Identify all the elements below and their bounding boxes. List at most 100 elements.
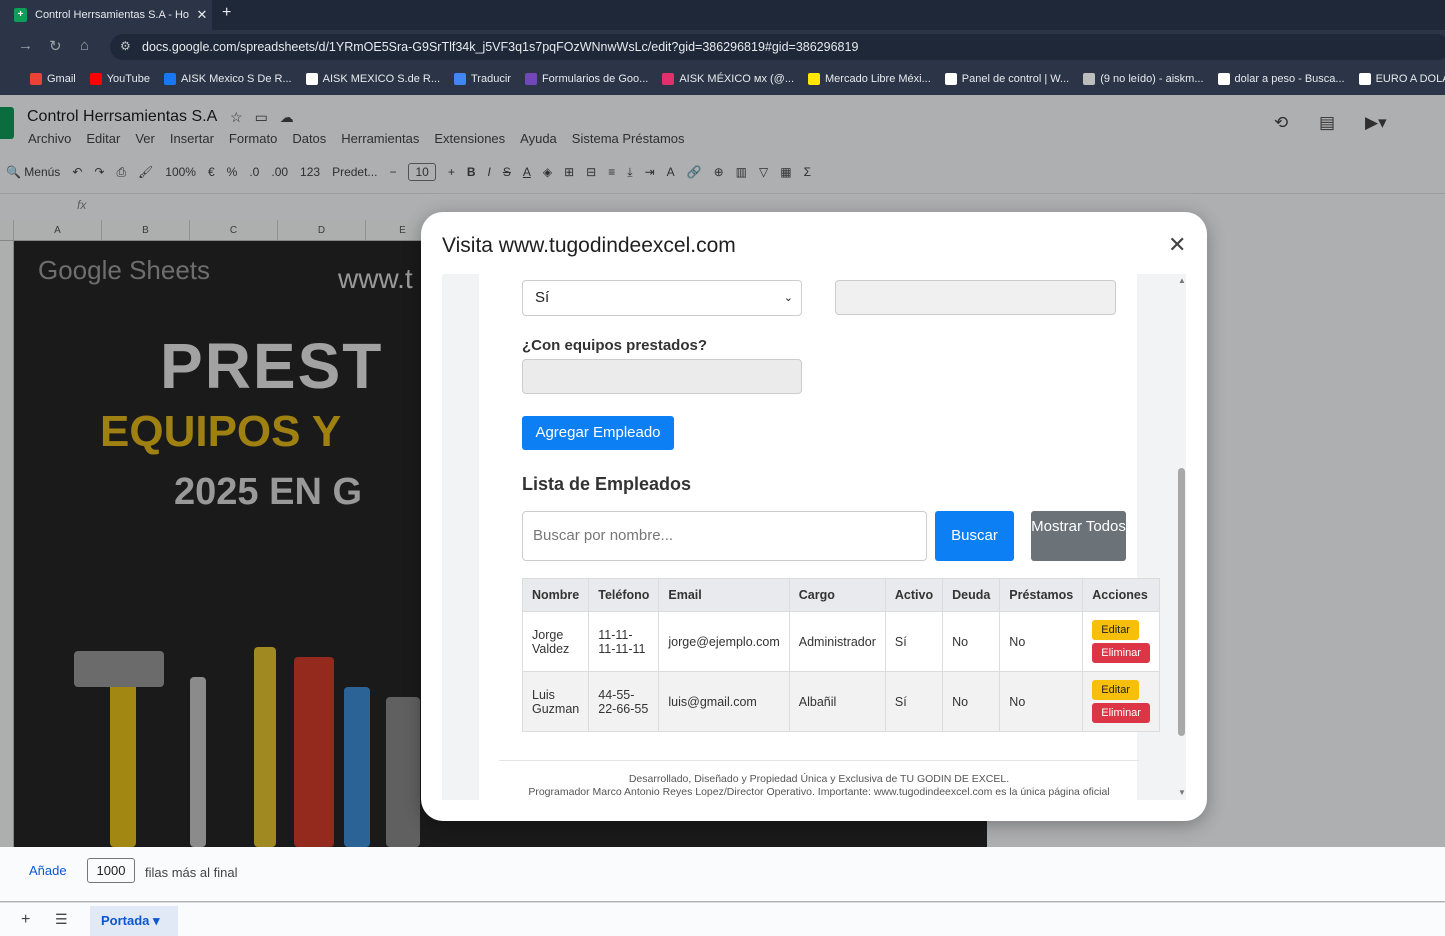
bookmark-label: AISK Mexico S De R... [180,73,292,85]
bookmark-label: Mercado Libre Méxi... [825,73,931,85]
bookmark-favicon-icon [454,73,466,85]
url-field[interactable]: ⚙ docs.google.com/spreadsheets/d/1YRmOE5… [110,34,1445,60]
bookmark-favicon-icon [30,73,42,85]
forward-icon[interactable]: → [18,37,33,54]
cell-telefono: 11-11-11-11-11 [588,611,660,672]
employee-table: Nombre Teléfono Email Cargo Activo Deuda Prést… [521,578,1160,732]
scroll-up-icon[interactable]: ▲ [1178,276,1186,285]
browser-tab[interactable]: + Control Herrsamientas S.A - Ho ✕ [0,0,212,30]
scrollbar-thumb[interactable] [1178,468,1185,736]
cell-cargo: Albañil [788,671,886,732]
all-sheets-icon[interactable]: ☰ [55,911,68,928]
footer-credit: Desarrollado, Diseñado y Propiedad Única… [628,773,1010,785]
add-employee-button[interactable]: Agregar Empleado [522,416,674,450]
table-header: Cargo [788,578,886,612]
bookmark-favicon-icon [1217,73,1230,85]
sheets-favicon-icon: + [14,8,27,22]
dialog-close-icon[interactable]: ✕ [1168,232,1186,258]
cell-activo: Sí [884,611,944,672]
active-select[interactable]: Sí ⌄ [522,280,802,316]
bookmark-item[interactable]: EURO A DOLAR - B... [1358,73,1445,85]
bookmark-favicon-icon [662,73,675,85]
equipos-field[interactable] [522,359,802,394]
show-all-button[interactable]: Mostrar Todos [1031,511,1126,561]
tab-title: Control Herrsamientas S.A - Ho [35,9,190,21]
cell-nombre: Luis Guzman [521,671,590,732]
bookmark-item[interactable]: Panel de control | W... [944,73,1070,85]
bookmark-item[interactable]: AISK MEXICO S.de R... [305,73,440,85]
bookmark-favicon-icon [1083,73,1096,85]
sheet-tabs-bar: + ☰ Portada ▾ [0,902,1445,936]
tab-close-icon[interactable]: ✕ [192,7,212,23]
disabled-field[interactable] [835,280,1116,315]
add-rows-count-input[interactable]: 1000 [87,858,135,883]
employee-list-heading: Lista de Empleados [522,474,692,494]
dialog-content: Sí ⌄ ¿Con equipos prestados? Agregar Emp… [479,274,1160,800]
bookmark-item[interactable]: Mercado Libre Méxi... [808,73,931,85]
dialog-footer: Desarrollado, Diseñado y Propiedad Única… [499,760,1139,799]
cell-nombre: Jorge Valdez [521,611,590,672]
footer-notice: Programador Marco Antonio Reyes Lopez/Di… [528,786,1110,798]
cell-email: luis@gmail.com [658,671,790,732]
bookmark-item[interactable]: Formularios de Goo... [524,73,649,85]
cell-activo: Sí [884,671,944,732]
bookmark-item[interactable]: YouTube [89,73,150,85]
bookmark-item[interactable]: dolar a peso - Busca... [1217,73,1345,85]
bookmark-label: AISK MÉXICO ᴍx (@... [679,73,795,85]
web-dialog: Visita www.tugodindeexcel.com ✕ Sí ⌄ ¿Co… [421,212,1207,821]
scroll-down-icon[interactable]: ▼ [1178,788,1186,797]
reload-icon[interactable]: ↻ [49,37,62,55]
table-header: Préstamos [999,578,1084,612]
cell-prestamos: No [999,671,1084,732]
bookmarks-bar: Gmail YouTube AISK Mexico S De R... AISK ME… [0,63,1445,95]
add-rows-bar: Añade 1000 filas más al final [0,847,1445,901]
bookmark-item[interactable]: AISK MÉXICO ᴍx (@... [662,73,794,85]
cell-prestamos: No [999,611,1084,672]
bookmark-label: Gmail [47,73,76,85]
bookmark-item[interactable]: Traducir [454,73,511,85]
delete-button[interactable]: Eliminar [1092,703,1150,723]
bookmark-label: Panel de control | W... [961,73,1070,85]
bookmark-item[interactable]: (9 no leído) - aiskm... [1083,73,1204,85]
bookmark-favicon-icon [808,73,821,85]
table-row: Jorge Valdez 11-11-11-11-11 jorge@ejemplo.… [521,611,1160,672]
address-bar-row: → ↻ ⌂ ⚙ docs.google.com/spreadsheets/d/1… [0,30,1445,63]
edit-button[interactable]: Editar [1092,620,1139,640]
bookmark-favicon-icon [305,73,318,85]
dialog-frame: Sí ⌄ ¿Con equipos prestados? Agregar Emp… [442,274,1186,800]
table-row: Luis Guzman 44-55-22-66-55 luis@gmail.com A… [521,671,1160,732]
site-info-icon[interactable]: ⚙ [120,39,131,53]
delete-button[interactable]: Eliminar [1092,643,1150,663]
bookmark-favicon-icon [89,73,102,85]
cell-cargo: Administrador [788,611,886,672]
bookmark-item[interactable]: AISK Mexico S De R... [163,73,292,85]
bookmark-favicon-icon [163,73,176,85]
chevron-down-icon: ⌄ [783,292,793,304]
search-button[interactable]: Buscar [935,511,1014,561]
browser-tab-bar: + Control Herrsamientas S.A - Ho ✕ + [0,0,1445,30]
cell-deuda: No [942,611,1001,672]
add-rows-suffix: filas más al final [145,865,238,880]
home-icon[interactable]: ⌂ [80,37,89,54]
bookmark-label: Formularios de Goo... [541,73,649,85]
add-rows-button[interactable]: Añade [29,863,67,878]
bookmark-favicon-icon [944,73,957,85]
bookmark-item[interactable]: Gmail [30,73,76,85]
table-header: Nombre [521,578,590,612]
dialog-title: Visita www.tugodindeexcel.com [442,234,736,257]
sheet-tab-portada[interactable]: Portada ▾ [90,906,178,936]
table-header: Deuda [942,578,1001,612]
bookmark-label: (9 no leído) - aiskm... [1100,73,1204,85]
dialog-scrollbar[interactable]: ▲ ▼ [1177,274,1186,800]
equipos-label: ¿Con equipos prestados? [522,337,708,354]
new-tab-icon[interactable]: + [222,4,231,22]
search-input[interactable]: Buscar por nombre... [522,511,927,561]
url-text: docs.google.com/spreadsheets/d/1YRmOE5Sr… [142,40,859,54]
cell-actions: Editar Eliminar [1082,611,1160,672]
edit-button[interactable]: Editar [1092,680,1139,700]
add-sheet-icon[interactable]: + [21,911,30,929]
table-header: Activo [884,578,944,612]
cell-actions: Editar Eliminar [1082,671,1160,732]
cell-email: jorge@ejemplo.com [658,611,790,672]
table-header: Teléfono [588,578,660,612]
